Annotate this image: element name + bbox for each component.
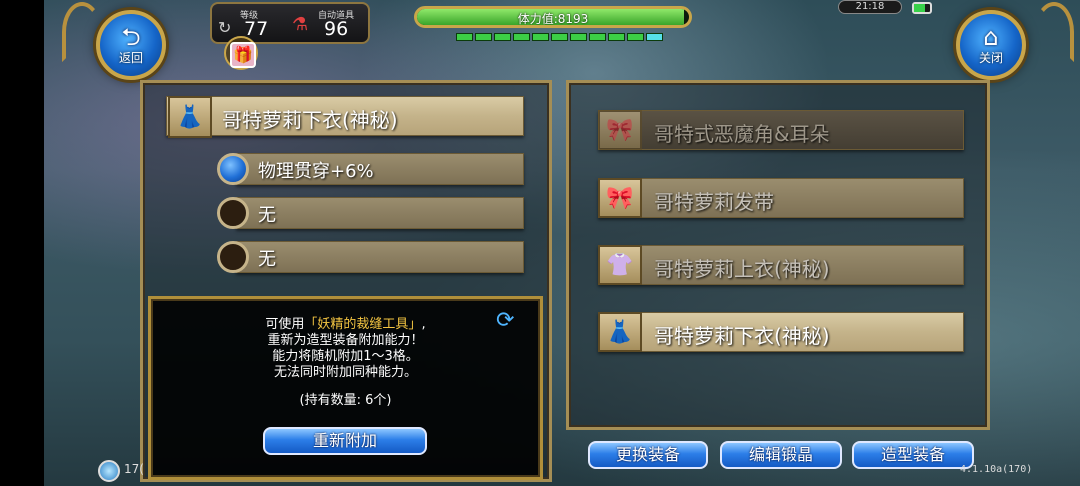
info-line-3: 能力将随机附加1～3格。: [272, 349, 419, 364]
energy-segment: [551, 33, 568, 41]
version-text: 4.1.10a(170): [960, 464, 1033, 475]
outfit-icon: 👗: [598, 312, 642, 352]
reattach-button[interactable]: 重新附加: [263, 427, 427, 455]
slot-2-text: 无: [258, 205, 276, 226]
slot-3-text: 无: [258, 249, 276, 270]
clock: 21:18: [838, 0, 902, 14]
slot-bar-3[interactable]: [236, 241, 524, 273]
ribbon-icon: 🎀: [598, 178, 642, 218]
info-line-1: 可使用「妖精的裁缝工具」,: [151, 317, 540, 333]
energy-segment: [627, 33, 644, 41]
stamina-text: 体力值:8193: [517, 12, 589, 26]
gold-ornament-left: [62, 2, 102, 62]
energy-segment: [475, 33, 492, 41]
potion-icon: ⚗: [292, 14, 309, 35]
energy-segment: [570, 33, 587, 41]
slot-bar-2[interactable]: [236, 197, 524, 229]
outfit-icon: 👗: [168, 96, 212, 138]
info-line-4: 无法同时附加同种能力。: [273, 365, 417, 380]
gold-ornament-right: [1034, 2, 1074, 62]
tool-name-highlight: 「妖精的裁缝工具」: [304, 317, 422, 332]
back-button[interactable]: ⮌ 返回: [96, 10, 166, 80]
slot-orb-empty: [217, 241, 249, 273]
energy-segment: [513, 33, 530, 41]
ribbon-icon: 🎀: [598, 110, 642, 150]
equip-item-2[interactable]: [598, 178, 964, 218]
equip-item-4-name: 哥特萝莉下衣(神秘): [654, 324, 830, 348]
slot-1-text: 物理贯穿+6%: [258, 161, 374, 182]
change-equip-button[interactable]: 更换装备: [588, 441, 708, 469]
info-line-2: 重新为造型装备附加能力！: [267, 333, 424, 348]
left-letterbox: [0, 0, 44, 486]
back-label: 返回: [118, 50, 143, 65]
equip-item-2-name: 哥特萝莉发带: [654, 190, 774, 214]
energy-segment: [608, 33, 625, 41]
energy-segment: [589, 33, 606, 41]
return-arrow-icon: ⮌: [121, 22, 141, 51]
equip-item-1-name: 哥特式恶魔角&耳朵: [654, 122, 830, 146]
stamina-bar: 体力值:8193: [414, 6, 692, 28]
battery-icon: [912, 2, 932, 14]
home-icon: ⌂: [983, 22, 999, 51]
slot-orb-empty: [217, 197, 249, 229]
style-equip-button[interactable]: 造型装备: [852, 441, 974, 469]
equip-item-3-name: 哥特萝莉上衣(神秘): [654, 257, 830, 281]
energy-segment: [646, 33, 663, 41]
energy-segment: [456, 33, 473, 41]
holding-count: (持有数量: 6个): [299, 393, 392, 408]
energy-segments: [456, 33, 663, 41]
energy-segment: [532, 33, 549, 41]
edit-crystal-button[interactable]: 编辑锻晶: [720, 441, 842, 469]
swirl-icon: ↻: [218, 18, 232, 37]
energy-segment: [494, 33, 511, 41]
close-label: 关闭: [978, 50, 1003, 65]
spirit-orb-icon[interactable]: [98, 460, 120, 482]
outfit-icon: 👚: [598, 245, 642, 285]
selected-item-name: 哥特萝莉下衣(神秘): [222, 108, 398, 132]
slot-orb-filled: [217, 153, 249, 185]
gift-icon: 🎁: [230, 42, 256, 68]
auto-item-value: 96: [324, 18, 349, 40]
close-button[interactable]: ⌂ 关闭: [956, 10, 1026, 80]
info-line-1-suffix: ,: [421, 317, 426, 332]
bottom-count: 17(: [124, 462, 144, 476]
refresh-icon[interactable]: ⟳: [496, 308, 524, 333]
info-line-1-prefix: 可使用: [265, 317, 305, 332]
